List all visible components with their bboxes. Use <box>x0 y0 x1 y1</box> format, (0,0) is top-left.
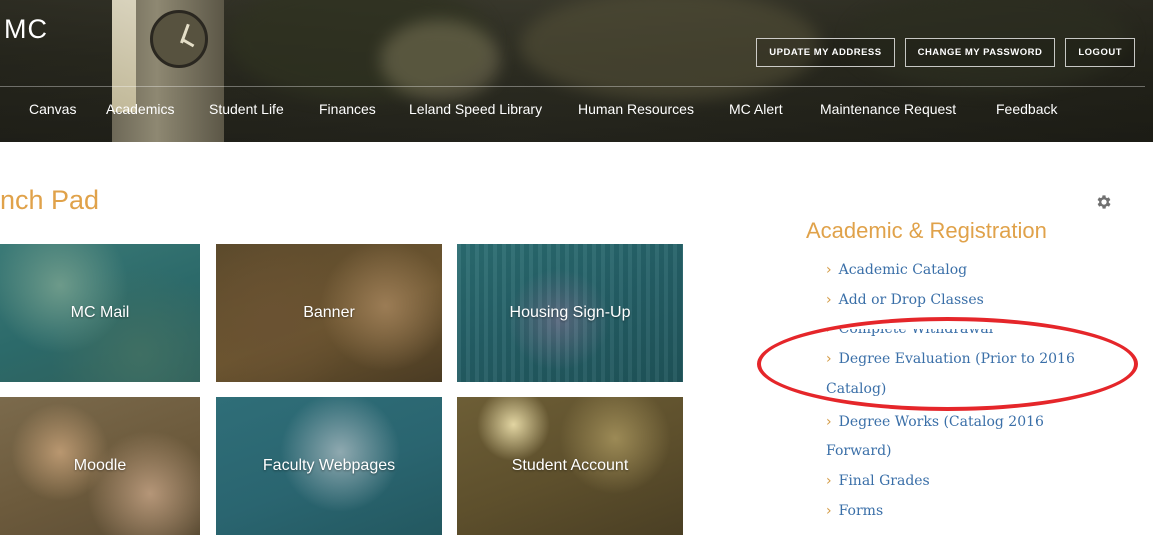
nav-item-human-resources[interactable]: Human Resources <box>578 101 694 117</box>
clock-icon <box>150 10 208 68</box>
sidebar-title: Academic & Registration <box>806 218 1047 243</box>
site-logo[interactable]: MC <box>4 14 48 45</box>
clock-tower-highlight <box>112 0 136 112</box>
tile-label: Student Account <box>511 457 629 474</box>
link-complete-withdrawal[interactable]: › Complete Withdrawal <box>826 321 994 337</box>
tile-housing-sign-up[interactable]: Housing Sign-Up <box>457 244 683 382</box>
link-label: Degree Works (Catalog 2016 <box>838 414 1044 430</box>
link-label: Academic Catalog <box>838 262 968 278</box>
tile-mc-mail[interactable]: MC Mail <box>0 244 200 382</box>
link-label: Add or Drop Classes <box>838 292 984 308</box>
link-degree-evaluation-cont[interactable]: Catalog) <box>826 381 886 397</box>
tile-label: MC Mail <box>70 304 130 321</box>
nav-item-canvas[interactable]: Canvas <box>29 101 76 117</box>
header-divider <box>0 86 1145 87</box>
link-add-drop-classes[interactable]: › Add or Drop Classes <box>826 292 984 308</box>
nav-item-student-life[interactable]: Student Life <box>209 101 284 117</box>
tile-faculty-webpages[interactable]: Faculty Webpages <box>216 397 442 535</box>
nav-item-academics[interactable]: Academics <box>106 101 174 117</box>
link-final-grades[interactable]: › Final Grades <box>826 473 930 489</box>
nav-item-maintenance-request[interactable]: Maintenance Request <box>820 101 956 117</box>
nav-item-library[interactable]: Leland Speed Library <box>409 101 542 117</box>
link-label: Final Grades <box>838 473 930 489</box>
chevron-right-icon: › <box>826 414 832 430</box>
change-password-button[interactable]: CHANGE MY PASSWORD <box>904 38 1056 67</box>
tile-label: Moodle <box>73 457 127 474</box>
link-degree-works[interactable]: › Degree Works (Catalog 2016 <box>826 414 1044 430</box>
logout-button[interactable]: LOGOUT <box>1065 38 1135 67</box>
launch-pad-title: nch Pad <box>0 185 100 215</box>
link-degree-evaluation[interactable]: › Degree Evaluation (Prior to 2016 <box>826 351 1075 367</box>
tile-label: Banner <box>303 304 355 321</box>
gear-icon[interactable] <box>1095 193 1113 211</box>
tile-student-account[interactable]: Student Account <box>457 397 683 535</box>
tile-label: Housing Sign-Up <box>509 304 631 321</box>
chevron-right-icon: › <box>826 262 832 278</box>
chevron-right-icon: › <box>826 321 832 337</box>
tile-label: Faculty Webpages <box>262 457 396 474</box>
link-academic-catalog[interactable]: › Academic Catalog <box>826 262 967 278</box>
site-header: MC UPDATE MY ADDRESS CHANGE MY PASSWORD … <box>0 0 1153 142</box>
tile-banner[interactable]: Banner <box>216 244 442 382</box>
link-label: Complete Withdrawal <box>838 321 994 337</box>
link-degree-works-cont[interactable]: Forward) <box>826 443 892 459</box>
tile-moodle[interactable]: Moodle <box>0 397 200 535</box>
chevron-right-icon: › <box>826 503 832 519</box>
chevron-right-icon: › <box>826 292 832 308</box>
nav-item-mc-alert[interactable]: MC Alert <box>729 101 783 117</box>
link-label: Forms <box>838 503 884 519</box>
nav-item-finances[interactable]: Finances <box>319 101 376 117</box>
header-foliage <box>380 20 500 100</box>
link-forms[interactable]: › Forms <box>826 503 883 519</box>
nav-item-feedback[interactable]: Feedback <box>996 101 1057 117</box>
chevron-right-icon: › <box>826 351 832 367</box>
update-address-button[interactable]: UPDATE MY ADDRESS <box>756 38 895 67</box>
chevron-right-icon: › <box>826 473 832 489</box>
account-actions: UPDATE MY ADDRESS CHANGE MY PASSWORD LOG… <box>756 38 1135 67</box>
link-label: Degree Evaluation (Prior to 2016 <box>838 351 1075 367</box>
